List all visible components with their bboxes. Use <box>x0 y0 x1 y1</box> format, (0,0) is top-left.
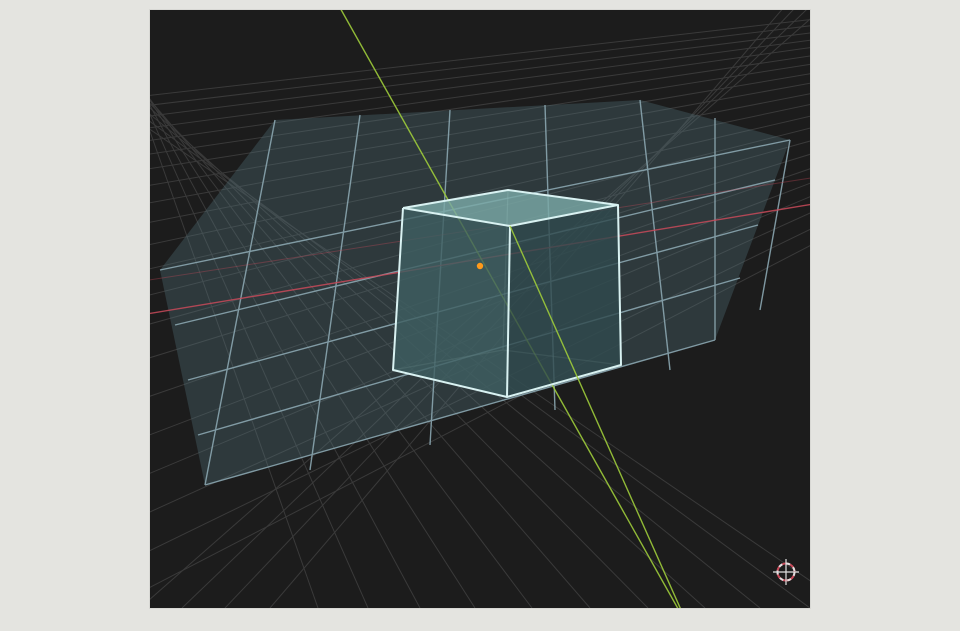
page-root <box>0 0 960 631</box>
viewport-canvas[interactable] <box>150 10 810 608</box>
object-origin-point <box>477 263 483 269</box>
3d-viewport[interactable] <box>150 10 810 608</box>
cube-face-right[interactable] <box>507 205 621 397</box>
cube-face-left[interactable] <box>393 208 510 397</box>
